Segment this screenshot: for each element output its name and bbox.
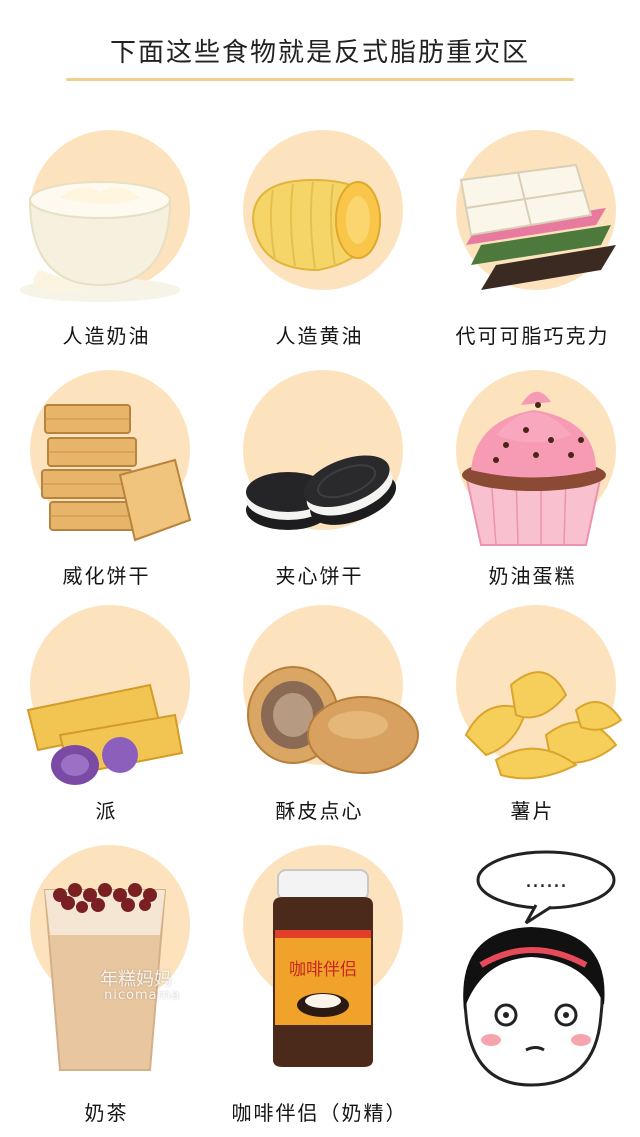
- thinking-girl: ......: [426, 835, 639, 1087]
- jar-label-text: 咖啡伴侣: [289, 960, 357, 980]
- potato-chips-icon: [464, 671, 623, 780]
- page-title: 下面这些食物就是反式脂肪重灾区: [109, 38, 530, 68]
- food-item: 派: [0, 595, 213, 830]
- puff-pastry-icon: [247, 666, 419, 774]
- food-label: 奶茶: [84, 1101, 129, 1125]
- title-underline: [66, 78, 574, 81]
- food-label: 酥皮点心: [275, 799, 364, 823]
- food-item: 人造黄油: [213, 120, 426, 355]
- food-item: 奶茶: [0, 835, 213, 1125]
- cream-bowl-icon: [20, 181, 180, 302]
- food-item: 咖啡伴侣 咖啡伴侣（奶精）: [213, 835, 426, 1125]
- food-item: 代可可脂巧克力: [426, 120, 639, 355]
- watermark-en: nicomama: [104, 988, 181, 1003]
- thinking-girl-icon: ......: [463, 850, 616, 1087]
- food-label: 代可可脂巧克力: [455, 324, 610, 348]
- food-label: 派: [95, 799, 118, 823]
- food-label: 威化饼干: [62, 564, 151, 588]
- thought-dots: ......: [525, 868, 567, 893]
- food-item: 夹心饼干: [213, 360, 426, 595]
- food-item: 薯片: [426, 595, 639, 830]
- food-item: 人造奶油: [0, 120, 213, 355]
- chocolate-bars-icon: [459, 163, 616, 290]
- food-label: 薯片: [510, 799, 555, 823]
- food-label: 人造黄油: [275, 324, 364, 348]
- food-item: 酥皮点心: [213, 595, 426, 830]
- pie-pastry-icon: [26, 683, 184, 785]
- food-label: 咖啡伴侣（奶精）: [231, 1101, 408, 1125]
- wafer-stack-icon: [41, 404, 192, 542]
- coffee-creamer-jar-icon: 咖啡伴侣: [273, 869, 373, 1067]
- food-label: 奶油蛋糕: [488, 564, 577, 588]
- food-item: 威化饼干: [0, 360, 213, 595]
- food-label: 人造奶油: [62, 324, 151, 348]
- food-label: 夹心饼干: [275, 564, 364, 588]
- cupcake-icon: [462, 391, 606, 546]
- milk-tea-cup-icon: [43, 883, 167, 1071]
- butter-curl-icon: [251, 178, 381, 272]
- food-item: 奶油蛋糕: [426, 360, 639, 595]
- sandwich-cookie-icon: [246, 455, 397, 530]
